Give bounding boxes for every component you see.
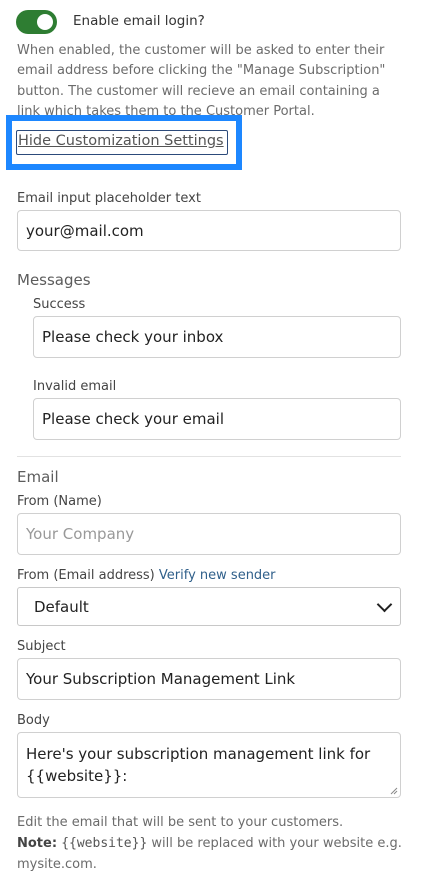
- toggle-knob: [37, 14, 53, 30]
- from-address-label: From (Email address): [17, 568, 155, 583]
- hide-customization-link[interactable]: Hide Customization Settings: [16, 130, 228, 155]
- success-message-input[interactable]: [33, 316, 401, 358]
- placeholder-field-label: Email input placeholder text: [17, 191, 201, 206]
- messages-heading: Messages: [17, 271, 91, 289]
- email-heading: Email: [17, 468, 59, 486]
- subject-input[interactable]: [17, 658, 401, 700]
- body-field-wrapper: [17, 732, 401, 798]
- from-address-select[interactable]: Default: [17, 587, 401, 626]
- body-textarea[interactable]: [17, 732, 401, 798]
- from-address-label-row: From (Email address) Verify new sender: [17, 568, 276, 583]
- resize-grip-icon[interactable]: [390, 787, 398, 795]
- website-code-token: {{website}}: [61, 836, 148, 851]
- body-label: Body: [17, 713, 50, 728]
- section-divider: [17, 456, 401, 457]
- placeholder-text-input[interactable]: [17, 210, 401, 251]
- email-login-toggle[interactable]: [16, 10, 57, 34]
- success-label: Success: [33, 297, 86, 312]
- email-login-help-text: When enabled, the customer will be asked…: [17, 43, 386, 115]
- email-note-bold: Note:: [17, 836, 58, 851]
- chevron-down-icon: [376, 596, 393, 612]
- subject-label: Subject: [17, 639, 66, 654]
- invalid-email-label: Invalid email: [33, 379, 117, 394]
- verify-sender-link[interactable]: Verify new sender: [159, 568, 276, 583]
- from-address-selected: Default: [34, 597, 89, 616]
- email-note: Edit the email that will be sent to your…: [17, 812, 402, 875]
- email-login-label: Enable email login?: [73, 13, 205, 29]
- from-name-label: From (Name): [17, 494, 102, 509]
- email-note-line1: Edit the email that will be sent to your…: [17, 815, 344, 830]
- from-name-input[interactable]: [17, 513, 401, 555]
- invalid-email-input[interactable]: [33, 398, 401, 440]
